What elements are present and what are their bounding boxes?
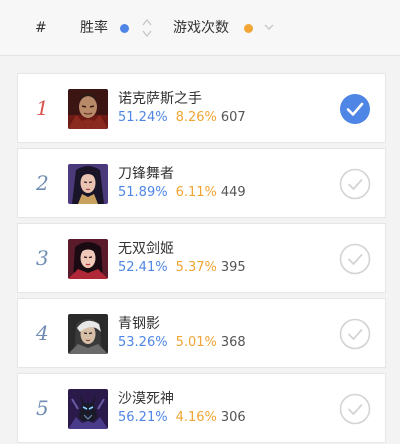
rank-number: 5 bbox=[36, 396, 49, 420]
rank-number: 2 bbox=[36, 171, 49, 195]
rank-number: 1 bbox=[36, 96, 49, 120]
win-rate-value: 56.21% bbox=[118, 410, 168, 425]
games-count-value: 449 bbox=[220, 185, 246, 200]
pick-rate-value: 8.26% bbox=[175, 110, 217, 125]
list-item[interactable]: 4 青钢影 53.26% 5.01% 368 bbox=[17, 298, 386, 368]
row-stats: 51.89% 6.11% 449 bbox=[118, 185, 246, 200]
champion-name: 无双剑姬 bbox=[118, 241, 174, 257]
win-rate-value: 51.24% bbox=[118, 110, 168, 125]
champion-name: 沙漠死神 bbox=[118, 391, 174, 407]
list-item[interactable]: 5 沙漠死神 56.21% 4.16% 306 bbox=[17, 373, 386, 443]
games-count-value: 306 bbox=[220, 410, 246, 425]
darius-portrait-icon bbox=[68, 89, 108, 129]
games-column-header[interactable]: 游戏次数 bbox=[173, 19, 229, 37]
win-rate-column-header[interactable]: 胜率 bbox=[80, 19, 108, 37]
pick-rate-value: 5.37% bbox=[175, 260, 217, 275]
win-rate-value: 51.89% bbox=[118, 185, 168, 200]
list-item[interactable]: 1 诺克萨斯之手 51.24% 8.26% 607 bbox=[17, 73, 386, 143]
nasus-portrait-icon bbox=[68, 389, 108, 429]
row-stats: 56.21% 4.16% 306 bbox=[118, 410, 246, 425]
champion-name: 诺克萨斯之手 bbox=[118, 91, 202, 107]
check-circle-filled-icon[interactable] bbox=[339, 93, 371, 125]
row-stats: 51.24% 8.26% 607 bbox=[118, 110, 246, 125]
games-legend-dot bbox=[244, 24, 253, 33]
rank-number: 3 bbox=[36, 246, 49, 270]
champion-name: 青钢影 bbox=[118, 316, 160, 332]
check-circle-outline-icon[interactable] bbox=[339, 168, 371, 200]
chevron-down-icon[interactable] bbox=[263, 22, 275, 32]
win-rate-value: 52.41% bbox=[118, 260, 168, 275]
check-circle-outline-icon[interactable] bbox=[339, 393, 371, 425]
list-item[interactable]: 2 刀锋舞者 51.89% 6.11% 449 bbox=[17, 148, 386, 218]
rank-column-header: # bbox=[35, 20, 47, 36]
camille-portrait-icon bbox=[68, 314, 108, 354]
games-count-value: 607 bbox=[220, 110, 246, 125]
row-stats: 53.26% 5.01% 368 bbox=[118, 335, 246, 350]
row-stats: 52.41% 5.37% 395 bbox=[118, 260, 246, 275]
rank-number: 4 bbox=[36, 321, 49, 345]
check-circle-outline-icon[interactable] bbox=[339, 318, 371, 350]
games-count-value: 368 bbox=[220, 335, 246, 350]
irelia-portrait-icon bbox=[68, 164, 108, 204]
pick-rate-value: 5.01% bbox=[175, 335, 217, 350]
list-item[interactable]: 3 无双剑姬 52.41% 5.37% 395 bbox=[17, 223, 386, 293]
sort-arrows-icon[interactable] bbox=[141, 17, 153, 39]
win-rate-value: 53.26% bbox=[118, 335, 168, 350]
fiora-portrait-icon bbox=[68, 239, 108, 279]
games-count-value: 395 bbox=[220, 260, 246, 275]
win-rate-legend-dot bbox=[120, 24, 129, 33]
pick-rate-value: 6.11% bbox=[175, 185, 217, 200]
pick-rate-value: 4.16% bbox=[175, 410, 217, 425]
champion-name: 刀锋舞者 bbox=[118, 166, 174, 182]
check-circle-outline-icon[interactable] bbox=[339, 243, 371, 275]
table-header: # 胜率 游戏次数 bbox=[0, 0, 400, 56]
